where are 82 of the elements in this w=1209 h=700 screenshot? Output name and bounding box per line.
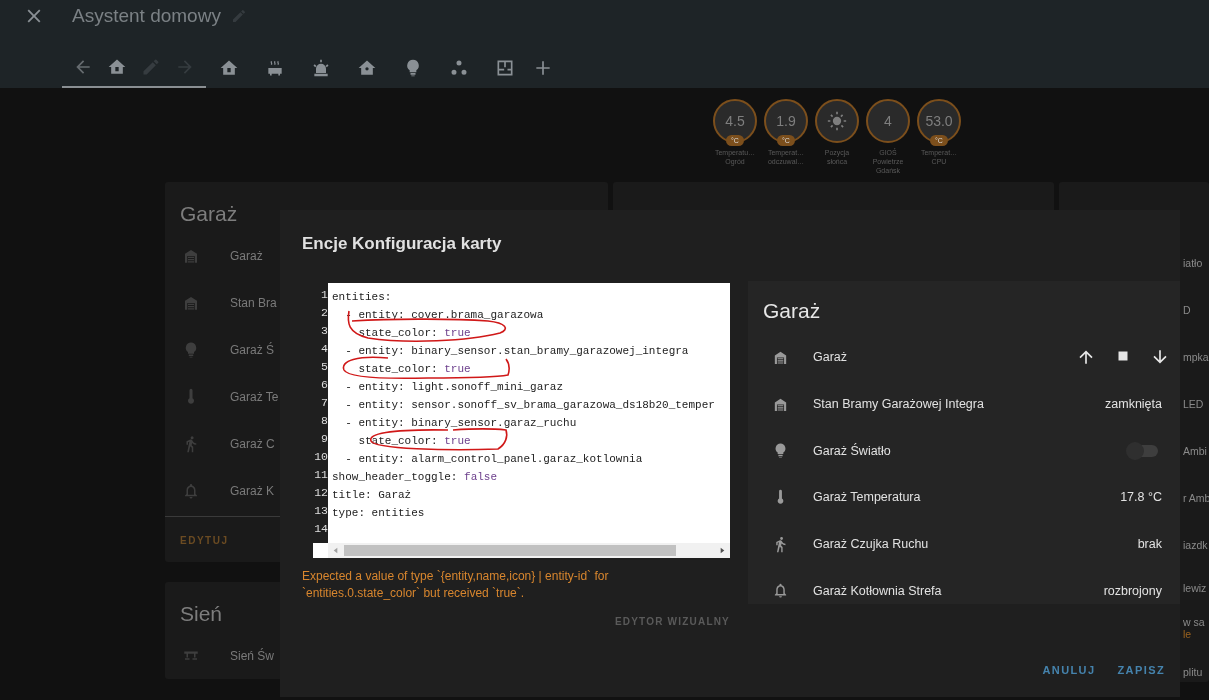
add-icon[interactable] — [533, 58, 553, 78]
radiator-icon — [265, 58, 285, 78]
entity-secondary: le — [1183, 628, 1193, 640]
floor-plan-icon — [495, 58, 515, 78]
badge-circle[interactable]: 4 — [866, 99, 910, 143]
badge-value: 4.5 — [725, 113, 745, 129]
entity-name[interactable]: LED — [1183, 397, 1209, 410]
bell-icon — [772, 582, 789, 600]
badge-value: 4 — [884, 113, 892, 129]
cancel-button[interactable]: ANULUJ — [1035, 660, 1103, 680]
entity-name[interactable]: Garaż Te — [230, 389, 279, 404]
code-line: state_color: true — [357, 363, 471, 375]
line-number: 5 — [320, 359, 328, 375]
entity-name[interactable]: lewiz — [1183, 582, 1209, 594]
sun-icon — [827, 111, 847, 131]
line-number: 4 — [320, 341, 328, 357]
entity-name[interactable]: iatło — [1183, 256, 1209, 269]
entity-name[interactable]: iazdk — [1183, 538, 1209, 551]
code-line: - entity: sensor.sonoff_sv_brama_garazowa_ds18b20_temper — [344, 399, 715, 411]
dialog-title: Encje Konfiguracja karty — [302, 234, 502, 254]
entity-state: 17.8 °C — [1120, 490, 1162, 505]
scroll-right-icon[interactable] — [718, 546, 727, 555]
entity-name[interactable]: Garaż K — [230, 483, 274, 498]
horizontal-scrollbar[interactable] — [328, 543, 730, 558]
house-icon — [357, 58, 377, 78]
code-line: title: Garaż — [332, 489, 412, 501]
code-line: state_color: true — [357, 327, 471, 339]
entity-name[interactable]: Garaż Czujka Ruchu — [813, 537, 1138, 552]
badge-value: 53.0 — [925, 113, 953, 129]
entity-name[interactable]: w sa — [1183, 616, 1209, 628]
code-line: - entity: binary_sensor.garaz_ruchu — [344, 417, 577, 429]
line-number: 13 — [313, 503, 328, 519]
app-title: Asystent domowy — [72, 5, 221, 27]
code-line: - entity: light.sonoff_mini_garaz — [344, 381, 564, 393]
home-icon — [219, 58, 239, 78]
card-title: Garaż — [179, 202, 239, 226]
code-line: - entity: binary_sensor.stan_bramy_garazowej_integra — [344, 345, 689, 357]
entity-name[interactable]: Ambi — [1183, 444, 1209, 457]
line-number: 12 — [313, 485, 328, 501]
badge-value: 1.9 — [776, 113, 796, 129]
line-number: 1 — [320, 287, 328, 303]
line-number: 7 — [320, 395, 328, 411]
line-number: 14 — [313, 521, 328, 537]
line-number: 2 — [320, 305, 328, 321]
entity-name[interactable]: Garaż — [230, 248, 263, 263]
entity-name[interactable]: Stan Bra — [230, 295, 277, 310]
code-editor[interactable] — [313, 283, 730, 558]
entity-name[interactable]: plitu — [1183, 665, 1209, 678]
card-title: Sień — [179, 602, 224, 626]
entity-name[interactable]: D — [1183, 303, 1209, 316]
entity-name[interactable]: Stan Bramy Garażowej Integra — [813, 397, 1105, 412]
code-line: - entity: alarm_control_panel.garaz_kotlownia — [344, 453, 643, 465]
entity-state: rozbrojony — [1103, 583, 1162, 598]
entity-name[interactable]: Garaż Ś — [230, 342, 274, 357]
code-line: - entity: cover.brama_garazowa — [344, 309, 544, 321]
entity-name[interactable]: Garaż Światło — [813, 443, 1128, 458]
entity-name[interactable]: Garaż C — [230, 436, 275, 451]
line-number: 11 — [313, 467, 328, 483]
code-line: type: entities — [332, 507, 425, 519]
card-title: Garaż — [762, 299, 822, 323]
badge-circle[interactable] — [815, 99, 859, 143]
code-line: entities: — [332, 291, 392, 303]
entity-name[interactable]: Garaż — [813, 350, 1076, 365]
entity-name[interactable]: Garaż Kotłownia Strefa — [813, 583, 1104, 598]
entity-state: zamknięta — [1105, 397, 1162, 412]
line-number: 6 — [320, 377, 328, 393]
siren-icon — [311, 58, 331, 78]
home-icon — [107, 57, 127, 77]
save-button[interactable]: ZAPISZ — [1110, 660, 1172, 680]
line-number: 3 — [320, 323, 328, 339]
line-number: 10 — [313, 449, 328, 465]
code-line: show_header_toggle: false — [332, 471, 498, 483]
bell-icon — [182, 481, 200, 500]
error-message: Expected a value of type `{entity,name,icon} | entity-id` for `entities.0.state_color` but received `true`. — [302, 568, 610, 602]
circles-icon — [449, 58, 469, 78]
toggle-switch[interactable] — [1128, 444, 1158, 457]
entity-name[interactable]: mpka — [1183, 350, 1209, 363]
line-number: 8 — [320, 413, 328, 429]
entity-name[interactable]: Sień Św — [230, 648, 275, 663]
line-number: 9 — [320, 431, 328, 447]
entity-state: brak — [1137, 537, 1162, 552]
entity-name[interactable]: Garaż Temperatura — [813, 490, 1121, 505]
